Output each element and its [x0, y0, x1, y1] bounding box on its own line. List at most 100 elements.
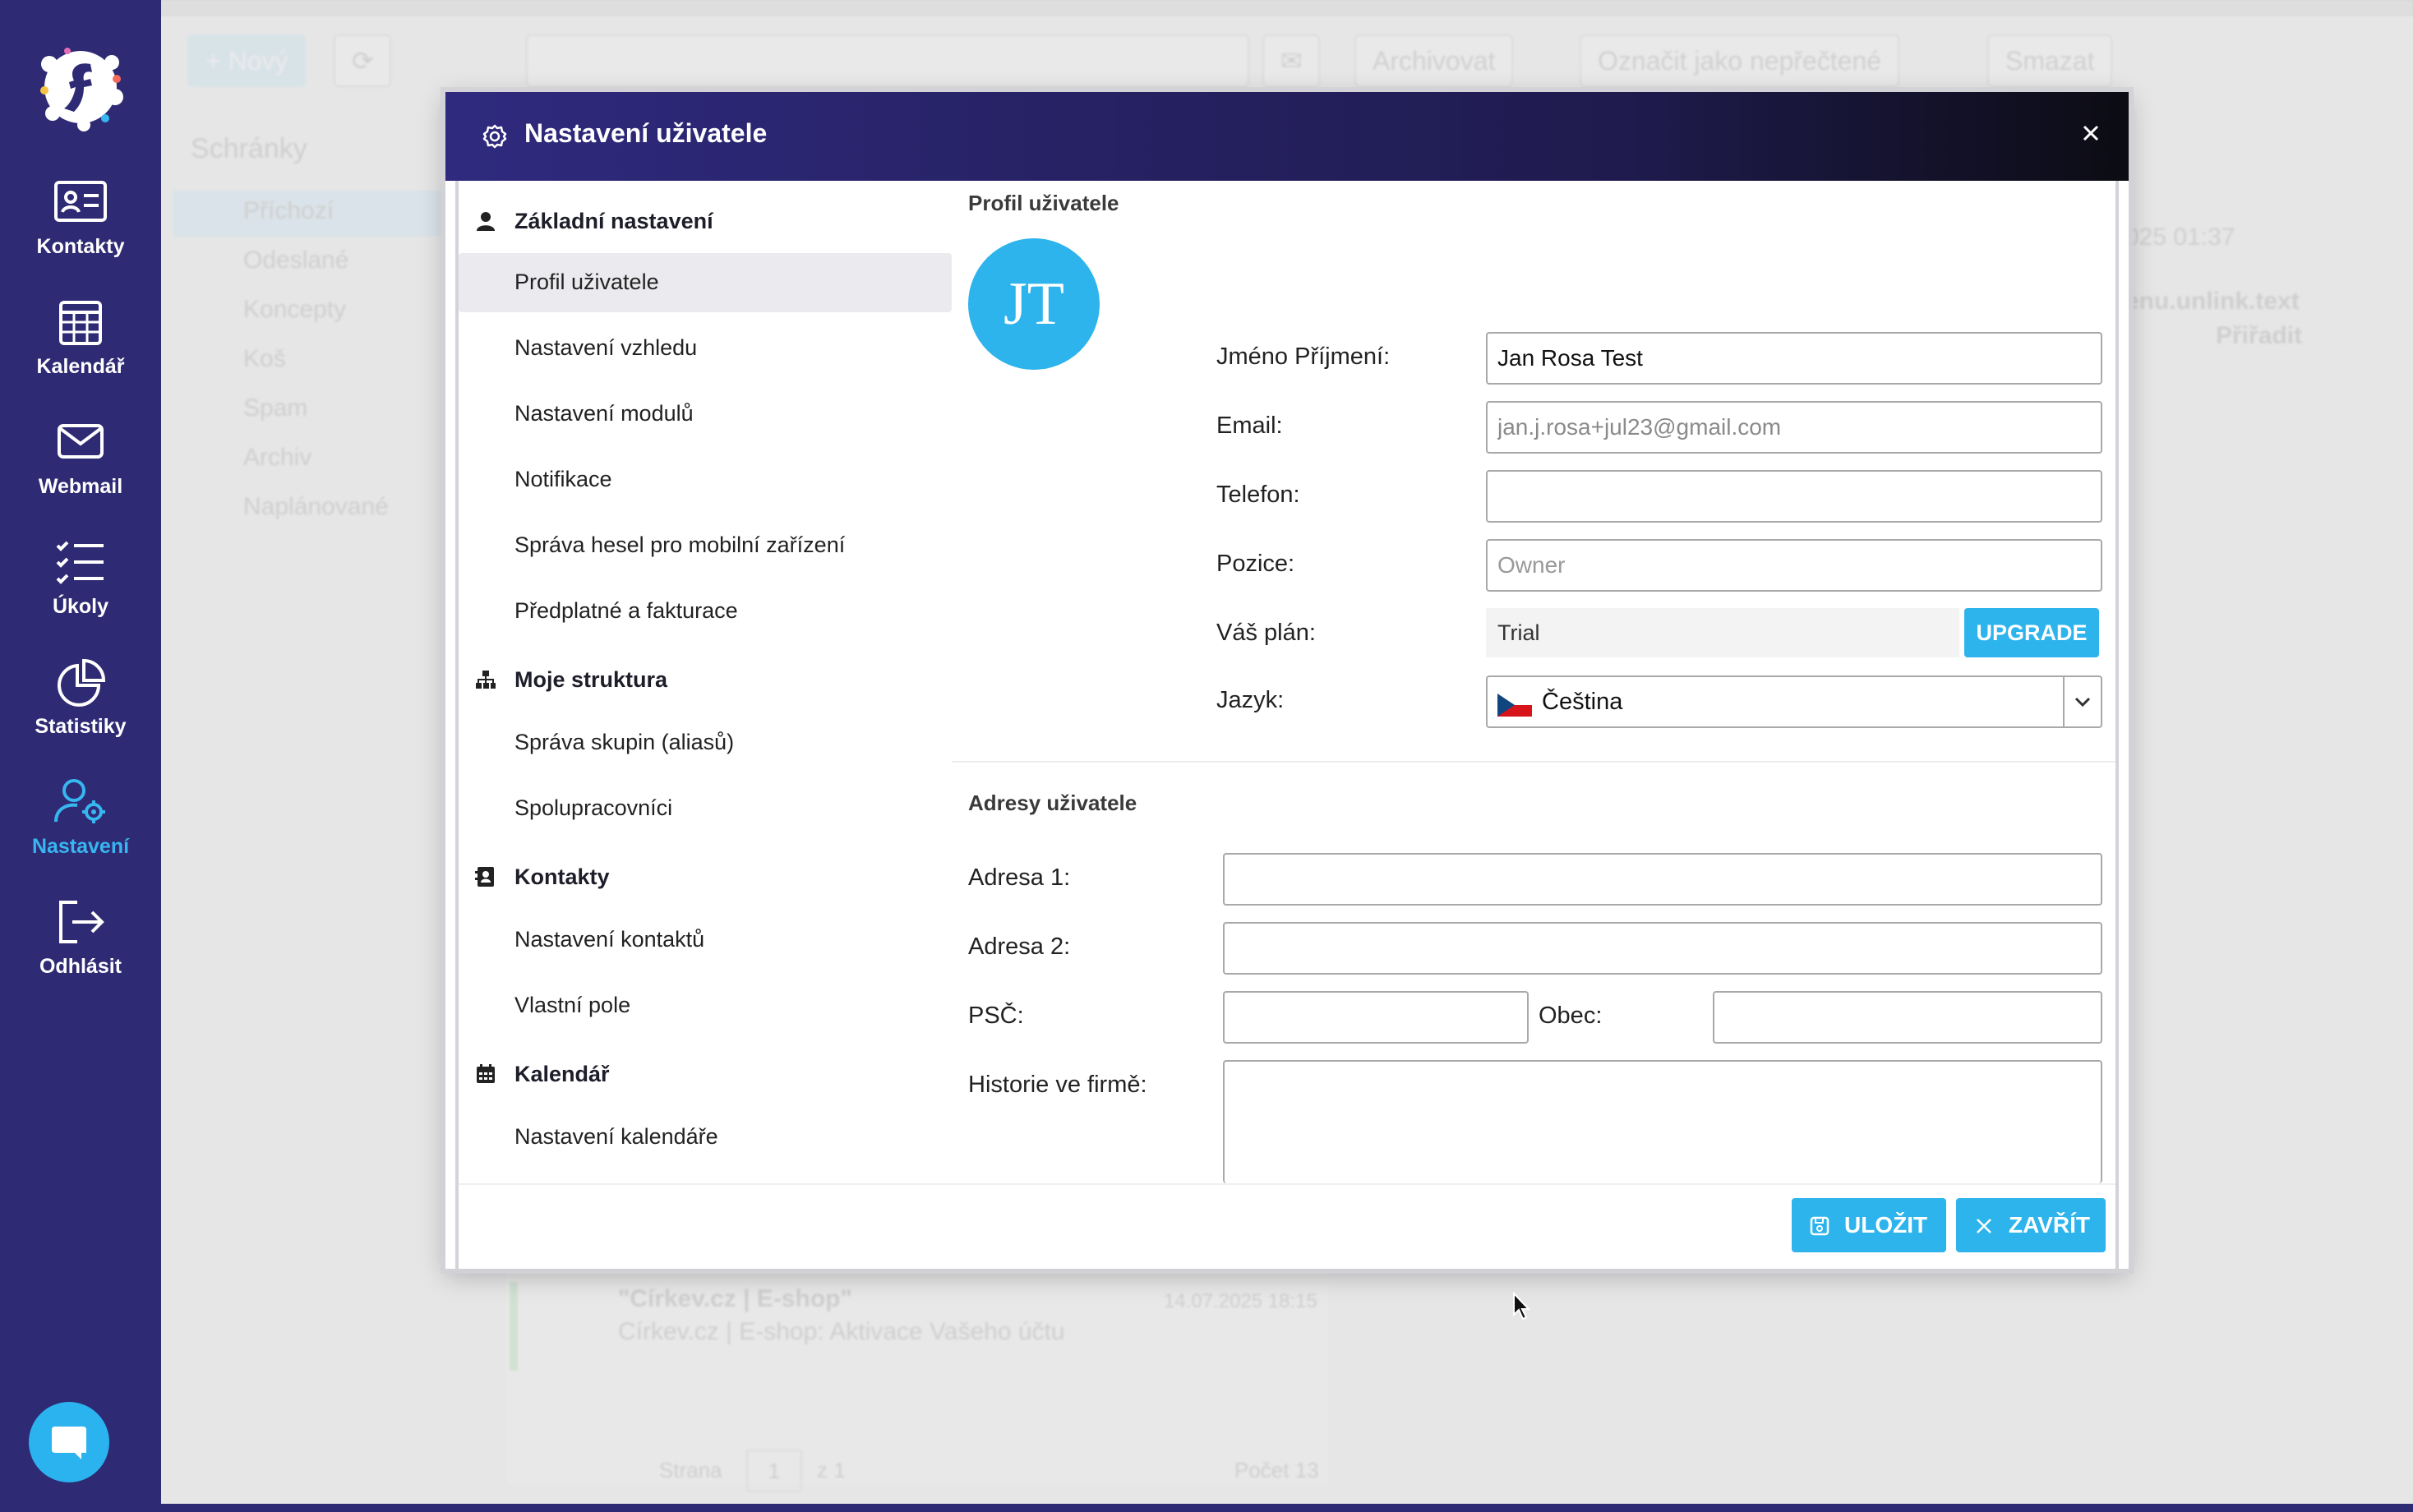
language-select[interactable]: Čeština: [1486, 675, 2102, 728]
dialog-footer: ULOŽIT ZAVŘÍT: [459, 1183, 2115, 1269]
menu-item-label: Vlastní pole: [514, 993, 631, 1017]
menu-item-groups[interactable]: Správa skupin (aliasů): [459, 713, 952, 772]
history-textarea[interactable]: [1223, 1060, 2102, 1183]
address-section-title: Adresy uživatele: [968, 791, 1137, 815]
chat-button[interactable]: [29, 1402, 109, 1482]
dialog-title: Nastavení uživatele: [524, 118, 768, 148]
profile-section-title: Profil uživatele: [968, 191, 1119, 215]
calendar-icon: [475, 1063, 496, 1085]
save-icon: [1810, 1216, 1829, 1236]
user-settings-icon: [53, 777, 108, 827]
close-button-label: ZAVŘÍT: [2009, 1212, 2091, 1238]
sidebar-item-odhlasit[interactable]: Odhlásit: [0, 897, 161, 996]
logout-icon: [53, 897, 108, 947]
menu-section-title: Kontakty: [514, 864, 610, 889]
menu-item-subscription[interactable]: Předplatné a fakturace: [459, 582, 952, 641]
settings-menu: Základní nastavení Profil uživatele Nast…: [459, 181, 952, 1183]
position-field[interactable]: [1486, 539, 2102, 592]
menu-item-label: Nastavení kalendáře: [514, 1124, 718, 1149]
menu-item-contact-settings[interactable]: Nastavení kontaktů: [459, 910, 952, 970]
menu-item-notifications[interactable]: Notifikace: [459, 450, 952, 509]
sidebar-item-label: Kontakty: [36, 235, 125, 258]
menu-item-label: Spolupracovníci: [514, 795, 673, 820]
address-book-icon: [475, 866, 496, 887]
sidebar-item-label: Odhlásit: [39, 955, 122, 978]
menu-section-title: Moje struktura: [514, 667, 668, 692]
email-field[interactable]: [1486, 401, 2102, 454]
chat-bubble-icon: [52, 1427, 86, 1459]
tasks-icon: [53, 537, 108, 587]
user-settings-dialog: Nastavení uživatele Základní nastavení P…: [445, 92, 2129, 1269]
menu-item-custom-fields[interactable]: Vlastní pole: [459, 976, 952, 1035]
user-icon: [475, 210, 496, 232]
mouse-pointer-icon: [1512, 1292, 1532, 1321]
menu-item-label: Nastavení modulů: [514, 401, 694, 426]
dialog-header: Nastavení uživatele: [445, 92, 2129, 181]
menu-item-profile[interactable]: Profil uživatele: [459, 253, 952, 312]
name-field[interactable]: [1486, 332, 2102, 385]
sidebar-item-label: Kalendář: [36, 355, 125, 378]
app-logo[interactable]: [33, 39, 128, 135]
contact-card-icon: [53, 177, 108, 227]
menu-item-mobile-passwords[interactable]: Správa hesel pro mobilní zařízení: [459, 516, 952, 575]
zip-field[interactable]: [1223, 991, 1529, 1044]
menu-item-label: Nastavení kontaktů: [514, 927, 705, 952]
name-label: Jméno Příjmení:: [1216, 343, 1391, 370]
gear-icon: [482, 123, 508, 150]
zip-label: PSČ:: [968, 1003, 1024, 1029]
address2-field[interactable]: [1223, 922, 2102, 975]
mail-icon: [53, 417, 108, 467]
save-button[interactable]: ULOŽIT: [1792, 1198, 1946, 1252]
menu-item-label: Správa skupin (aliasů): [514, 730, 735, 754]
phone-label: Telefon:: [1216, 482, 1300, 508]
menu-item-label: Správa hesel pro mobilní zařízení: [514, 532, 846, 557]
bottom-bar: [0, 1504, 2413, 1512]
app-sidebar: Kontakty Kalendář Webmail Úkoly Statisti…: [0, 0, 161, 1512]
sidebar-item-label: Nastavení: [31, 835, 130, 858]
address1-label: Adresa 1:: [968, 864, 1071, 891]
plan-value: Trial: [1486, 608, 1959, 657]
sidebar-item-label: Statistiky: [35, 715, 127, 738]
czech-flag-icon: [1497, 694, 1532, 717]
sidebar-item-label: Úkoly: [52, 595, 109, 618]
city-label: Obec:: [1539, 1003, 1603, 1029]
avatar: JT: [968, 238, 1100, 370]
profile-panel: Profil uživatele JT Jméno Příjmení: Emai…: [952, 181, 2115, 1183]
address2-label: Adresa 2:: [968, 933, 1071, 960]
sidebar-item-ukoly[interactable]: Úkoly: [0, 537, 161, 636]
menu-item-calendar-settings[interactable]: Nastavení kalendáře: [459, 1108, 952, 1167]
menu-item-label: Profil uživatele: [514, 270, 659, 294]
menu-item-label: Notifikace: [514, 467, 612, 491]
section-divider: [952, 761, 2115, 763]
sidebar-item-webmail[interactable]: Webmail: [0, 417, 161, 516]
save-button-label: ULOŽIT: [1844, 1212, 1928, 1238]
email-label: Email:: [1216, 413, 1283, 439]
menu-item-label: Nastavení vzhledu: [514, 335, 698, 360]
menu-section-title: Kalendář: [514, 1062, 610, 1086]
city-field[interactable]: [1713, 991, 2102, 1044]
position-label: Pozice:: [1216, 551, 1295, 577]
phone-field[interactable]: [1486, 470, 2102, 523]
menu-item-collaborators[interactable]: Spolupracovníci: [459, 779, 952, 838]
sidebar-item-kontakty[interactable]: Kontakty: [0, 177, 161, 276]
history-label: Historie ve firmě:: [968, 1072, 1147, 1098]
menu-item-label: Předplatné a fakturace: [514, 598, 738, 623]
menu-section-title: Základní nastavení: [514, 209, 713, 233]
menu-item-appearance[interactable]: Nastavení vzhledu: [459, 319, 952, 378]
sidebar-item-label: Webmail: [38, 475, 123, 498]
sidebar-item-nastaveni[interactable]: Nastavení: [0, 777, 161, 876]
dialog-body: Základní nastavení Profil uživatele Nast…: [455, 181, 2119, 1269]
close-icon[interactable]: [2078, 120, 2104, 146]
sidebar-item-kalendar[interactable]: Kalendář: [0, 297, 161, 396]
chevron-down-icon[interactable]: [2063, 677, 2101, 726]
org-structure-icon: [475, 669, 496, 690]
calendar-icon: [53, 297, 108, 347]
menu-item-modules[interactable]: Nastavení modulů: [459, 385, 952, 444]
pie-chart-icon: [53, 657, 108, 707]
plan-label: Váš plán:: [1216, 620, 1316, 646]
close-button[interactable]: ZAVŘÍT: [1956, 1198, 2106, 1252]
sidebar-item-statistiky[interactable]: Statistiky: [0, 657, 161, 756]
address1-field[interactable]: [1223, 853, 2102, 906]
language-label: Jazyk:: [1216, 687, 1285, 713]
upgrade-button[interactable]: UPGRADE: [1964, 608, 2099, 657]
